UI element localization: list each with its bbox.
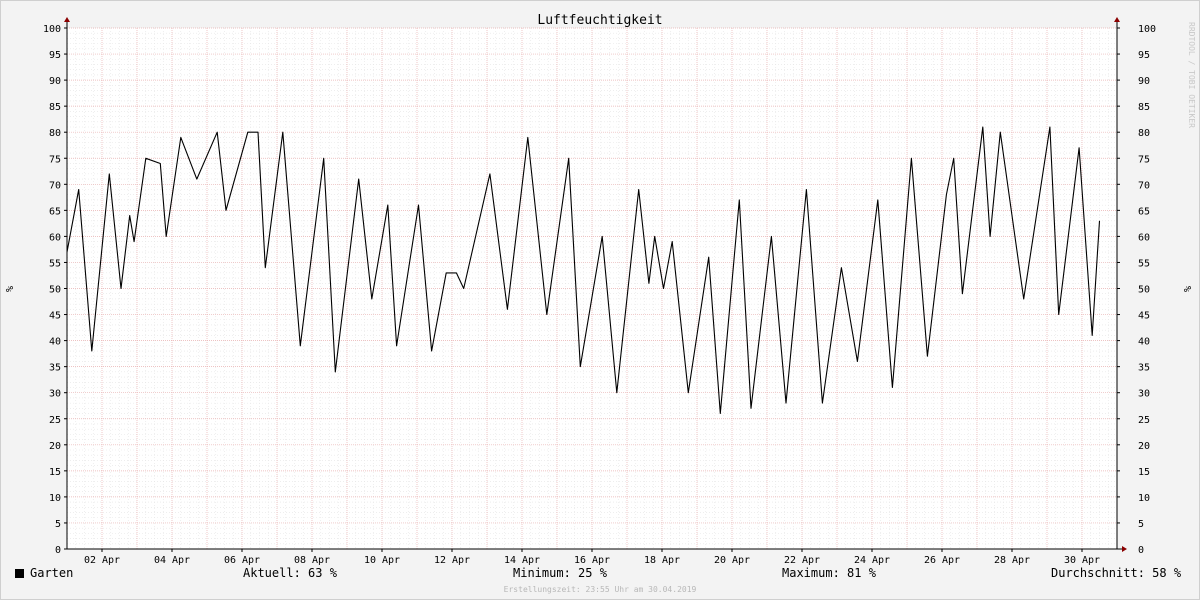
y-tick-label: 5 — [1138, 519, 1144, 530]
y-tick-label: 100 — [43, 24, 61, 35]
y-tick-label: 40 — [49, 337, 61, 348]
stat-maximum-label: Maximum: — [782, 566, 840, 580]
x-axis: 02 Apr 04 Apr 06 Apr 08 Apr 10 Apr 12 Apr 14 A… — [84, 549, 1100, 566]
y-tick-label: 90 — [49, 76, 61, 87]
y-tick-label: 20 — [1138, 441, 1150, 452]
x-tick-label: 06 Apr — [224, 555, 260, 566]
x-tick-label: 16 Apr — [574, 555, 610, 566]
y-tick-label: 65 — [1138, 206, 1150, 217]
legend-item: Garten — [15, 566, 73, 580]
stat-maximum: Maximum: 81 % — [782, 566, 876, 580]
y-tick-label: 45 — [1138, 311, 1150, 322]
humidity-chart: 0510152025303540455055606570758085909510… — [5, 13, 1196, 566]
y-tick-label: 20 — [49, 441, 61, 452]
x-tick-label: 02 Apr — [84, 555, 120, 566]
stat-average: Durchschnitt: 58 % — [1051, 566, 1181, 580]
y-tick-label: 80 — [49, 128, 61, 139]
stat-current-value: 63 % — [308, 566, 337, 580]
y-tick-label: 5 — [55, 519, 61, 530]
series-swatch — [15, 569, 24, 578]
chart-title: Luftfeuchtigkeit — [537, 13, 662, 28]
y-tick-label: 40 — [1138, 337, 1150, 348]
stat-current: Aktuell: 63 % — [243, 566, 337, 580]
y-tick-label: 75 — [1138, 154, 1150, 165]
y-tick-label: 55 — [49, 258, 61, 269]
y-tick-label: 10 — [1138, 493, 1150, 504]
y-axis-right: 0 5 10 15 20 25 30 35 40 45 50 55 60 65 70 75 80 85 90 95 10… — [1117, 24, 1156, 556]
x-axis-arrow — [1122, 546, 1127, 552]
y-tick-label: 85 — [1138, 102, 1150, 113]
y-tick-label: 60 — [49, 232, 61, 243]
y-tick-label: 45 — [49, 311, 61, 322]
y-tick-label: 35 — [49, 363, 61, 374]
stat-minimum-value: 25 % — [578, 566, 607, 580]
y-tick-label: 0 — [1138, 545, 1144, 556]
y-axis-left: 0 5 10 15 20 25 30 35 40 45 50 55 60 65 70 75 80 85 90 95 10… — [43, 24, 67, 556]
y-tick-label: 10 — [49, 493, 61, 504]
y-tick-label: 95 — [49, 50, 61, 61]
x-tick-label: 08 Apr — [294, 555, 330, 566]
y-tick-label: 95 — [1138, 50, 1150, 61]
y-tick-label: 35 — [1138, 363, 1150, 374]
stat-average-label: Durchschnitt: — [1051, 566, 1145, 580]
x-tick-label: 10 Apr — [364, 555, 400, 566]
y-tick-label: 30 — [1138, 389, 1150, 400]
y-tick-label: 70 — [49, 180, 61, 191]
y-tick-label: 15 — [49, 467, 61, 478]
stat-maximum-value: 81 % — [847, 566, 876, 580]
y-tick-label: 60 — [1138, 232, 1150, 243]
x-tick-label: 24 Apr — [854, 555, 890, 566]
y-tick-label: 0 — [55, 545, 61, 556]
legend-label: Garten — [30, 566, 74, 580]
x-tick-label: 30 Apr — [1064, 555, 1100, 566]
stat-minimum: Minimum: 25 % — [513, 566, 607, 580]
y-tick-label: 25 — [49, 415, 61, 426]
x-tick-label: 22 Apr — [784, 555, 820, 566]
y-tick-label: 80 — [1138, 128, 1150, 139]
y-tick-label: 50 — [49, 285, 61, 296]
x-tick-label: 12 Apr — [434, 555, 470, 566]
x-tick-label: 18 Apr — [644, 555, 680, 566]
y-tick-label: 70 — [1138, 180, 1150, 191]
y-axis-label-left: % — [5, 286, 16, 292]
stat-minimum-label: Minimum: — [513, 566, 571, 580]
y-axis-arrow-right — [1114, 17, 1120, 22]
stat-average-value: 58 % — [1152, 566, 1182, 580]
y-tick-label: 100 — [1138, 24, 1156, 35]
y-tick-label: 90 — [1138, 76, 1150, 87]
y-tick-label: 65 — [49, 206, 61, 217]
y-tick-label: 25 — [1138, 415, 1150, 426]
y-tick-label: 85 — [49, 102, 61, 113]
y-tick-label: 30 — [49, 389, 61, 400]
y-tick-label: 15 — [1138, 467, 1150, 478]
y-tick-label: 55 — [1138, 258, 1150, 269]
stat-current-label: Aktuell: — [243, 566, 301, 580]
y-axis-label-right: % — [1183, 286, 1194, 292]
x-tick-label: 14 Apr — [504, 555, 540, 566]
x-tick-label: 04 Apr — [154, 555, 190, 566]
y-tick-label: 75 — [49, 154, 61, 165]
x-tick-label: 20 Apr — [714, 555, 750, 566]
y-axis-arrow-left — [64, 17, 70, 22]
x-tick-label: 26 Apr — [924, 555, 960, 566]
x-tick-label: 28 Apr — [994, 555, 1030, 566]
rrdtool-watermark: RRDTOOL / TOBI OETIKER — [1187, 22, 1196, 128]
creation-time: Erstellungszeit: 23:55 Uhr am 30.04.2019 — [503, 585, 697, 594]
y-tick-label: 50 — [1138, 285, 1150, 296]
